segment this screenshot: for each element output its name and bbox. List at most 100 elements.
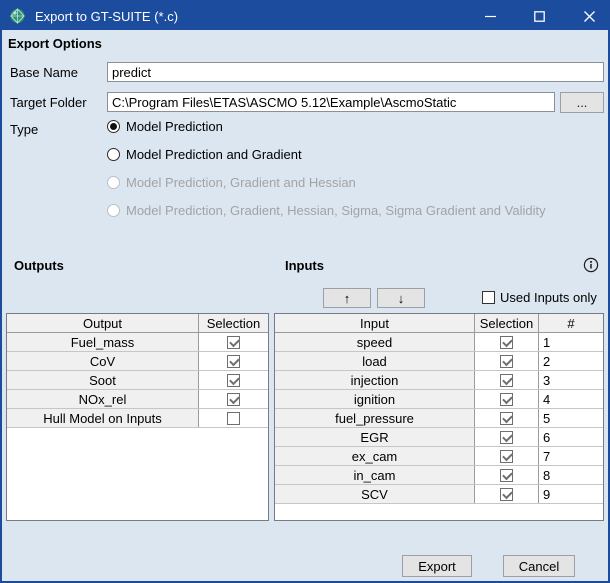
used-inputs-only[interactable]: Used Inputs only	[482, 290, 597, 305]
input-selection-checkbox[interactable]	[500, 469, 513, 482]
table-row: ignition 4	[275, 390, 603, 409]
move-up-button[interactable]: ↑	[323, 288, 371, 308]
maximize-button[interactable]	[519, 2, 559, 30]
radio-icon	[107, 204, 120, 217]
type-option-label: Model Prediction, Gradient, Hessian, Sig…	[126, 203, 546, 218]
browse-button[interactable]: ...	[560, 92, 604, 113]
output-name[interactable]: Soot	[7, 371, 199, 389]
input-selection-checkbox[interactable]	[500, 431, 513, 444]
table-row: speed 1	[275, 333, 603, 352]
input-selection-cell	[475, 428, 539, 446]
input-selection-cell	[475, 333, 539, 351]
input-selection-checkbox[interactable]	[500, 336, 513, 349]
inputs-col-number[interactable]: #	[539, 314, 603, 332]
outputs-col-selection[interactable]: Selection	[199, 314, 268, 332]
input-selection-cell	[475, 390, 539, 408]
output-selection-cell	[199, 333, 268, 351]
input-selection-cell	[475, 466, 539, 484]
output-selection-checkbox[interactable]	[227, 412, 240, 425]
table-row: fuel_pressure5	[275, 409, 603, 428]
inputs-table-body: speed1load2injection3ignition4fuel_press…	[275, 333, 603, 504]
radio-icon[interactable]	[107, 120, 120, 133]
move-down-button[interactable]: ↓	[377, 288, 425, 308]
export-options-heading: Export Options	[8, 36, 102, 51]
input-number: 4	[539, 390, 603, 408]
used-inputs-only-label: Used Inputs only	[500, 290, 597, 305]
cancel-button[interactable]: Cancel	[503, 555, 575, 577]
output-name[interactable]: NOx_rel	[7, 390, 199, 408]
input-name[interactable]: ignition	[275, 390, 475, 408]
inputs-col-selection[interactable]: Selection	[475, 314, 539, 332]
output-selection-checkbox[interactable]	[227, 374, 240, 387]
input-name[interactable]: fuel_pressure	[275, 409, 475, 427]
output-selection-checkbox[interactable]	[227, 393, 240, 406]
output-selection-checkbox[interactable]	[227, 336, 240, 349]
inputs-table-header: Input Selection #	[275, 314, 603, 333]
output-selection-cell	[199, 371, 268, 389]
table-row: Soot	[7, 371, 268, 390]
input-selection-checkbox[interactable]	[500, 393, 513, 406]
outputs-col-output[interactable]: Output	[7, 314, 199, 332]
table-row: Fuel_mass	[7, 333, 268, 352]
outputs-heading: Outputs	[14, 258, 64, 273]
info-icon[interactable]	[583, 257, 599, 273]
type-option[interactable]: Model Prediction	[107, 119, 546, 134]
output-name[interactable]: Hull Model on Inputs	[7, 409, 199, 427]
base-name-input[interactable]	[107, 62, 604, 82]
ascmo-app-icon	[9, 8, 26, 24]
input-selection-checkbox[interactable]	[500, 450, 513, 463]
minimize-button[interactable]	[470, 2, 510, 30]
input-number: 8	[539, 466, 603, 484]
type-option: Model Prediction, Gradient and Hessian	[107, 175, 546, 190]
input-number: 1	[539, 333, 603, 351]
window-title: Export to GT-SUITE (*.c)	[35, 9, 178, 24]
input-number: 6	[539, 428, 603, 446]
outputs-table: Output Selection Fuel_massCoVSootNOx_rel…	[6, 313, 269, 521]
export-dialog: Export to GT-SUITE (*.c) Export Options …	[0, 0, 610, 583]
table-row: load2	[275, 352, 603, 371]
outputs-table-header: Output Selection	[7, 314, 268, 333]
input-selection-checkbox[interactable]	[500, 374, 513, 387]
input-selection-cell	[475, 352, 539, 370]
input-selection-cell	[475, 371, 539, 389]
radio-icon[interactable]	[107, 148, 120, 161]
table-row: SCV 9	[275, 485, 603, 504]
output-name[interactable]: CoV	[7, 352, 199, 370]
export-button[interactable]: Export	[402, 555, 472, 577]
table-row: ex_cam7	[275, 447, 603, 466]
input-selection-cell	[475, 409, 539, 427]
type-option: Model Prediction, Gradient, Hessian, Sig…	[107, 203, 546, 218]
type-option[interactable]: Model Prediction and Gradient	[107, 147, 546, 162]
input-name[interactable]: SCV	[275, 485, 475, 503]
table-row: in_cam 8	[275, 466, 603, 485]
input-selection-checkbox[interactable]	[500, 355, 513, 368]
target-folder-input[interactable]	[107, 92, 555, 112]
output-selection-cell	[199, 409, 268, 427]
output-name[interactable]: Fuel_mass	[7, 333, 199, 351]
table-row: CoV	[7, 352, 268, 371]
input-selection-cell	[475, 485, 539, 503]
input-name[interactable]: load	[275, 352, 475, 370]
outputs-table-body: Fuel_massCoVSootNOx_relHull Model on Inp…	[7, 333, 268, 428]
output-selection-checkbox[interactable]	[227, 355, 240, 368]
output-selection-cell	[199, 352, 268, 370]
inputs-col-input[interactable]: Input	[275, 314, 475, 332]
input-name[interactable]: speed	[275, 333, 475, 351]
input-number: 9	[539, 485, 603, 503]
base-name-label: Base Name	[10, 65, 78, 80]
minimize-icon	[485, 11, 496, 22]
output-selection-cell	[199, 390, 268, 408]
input-name[interactable]: injection	[275, 371, 475, 389]
type-option-label: Model Prediction	[126, 119, 223, 134]
used-inputs-only-checkbox[interactable]	[482, 291, 495, 304]
input-name[interactable]: EGR	[275, 428, 475, 446]
table-row: NOx_rel	[7, 390, 268, 409]
input-selection-checkbox[interactable]	[500, 488, 513, 501]
input-name[interactable]: ex_cam	[275, 447, 475, 465]
inputs-heading: Inputs	[285, 258, 324, 273]
input-selection-checkbox[interactable]	[500, 412, 513, 425]
type-option-label: Model Prediction and Gradient	[126, 147, 302, 162]
radio-icon	[107, 176, 120, 189]
close-button[interactable]	[569, 2, 609, 30]
input-name[interactable]: in_cam	[275, 466, 475, 484]
